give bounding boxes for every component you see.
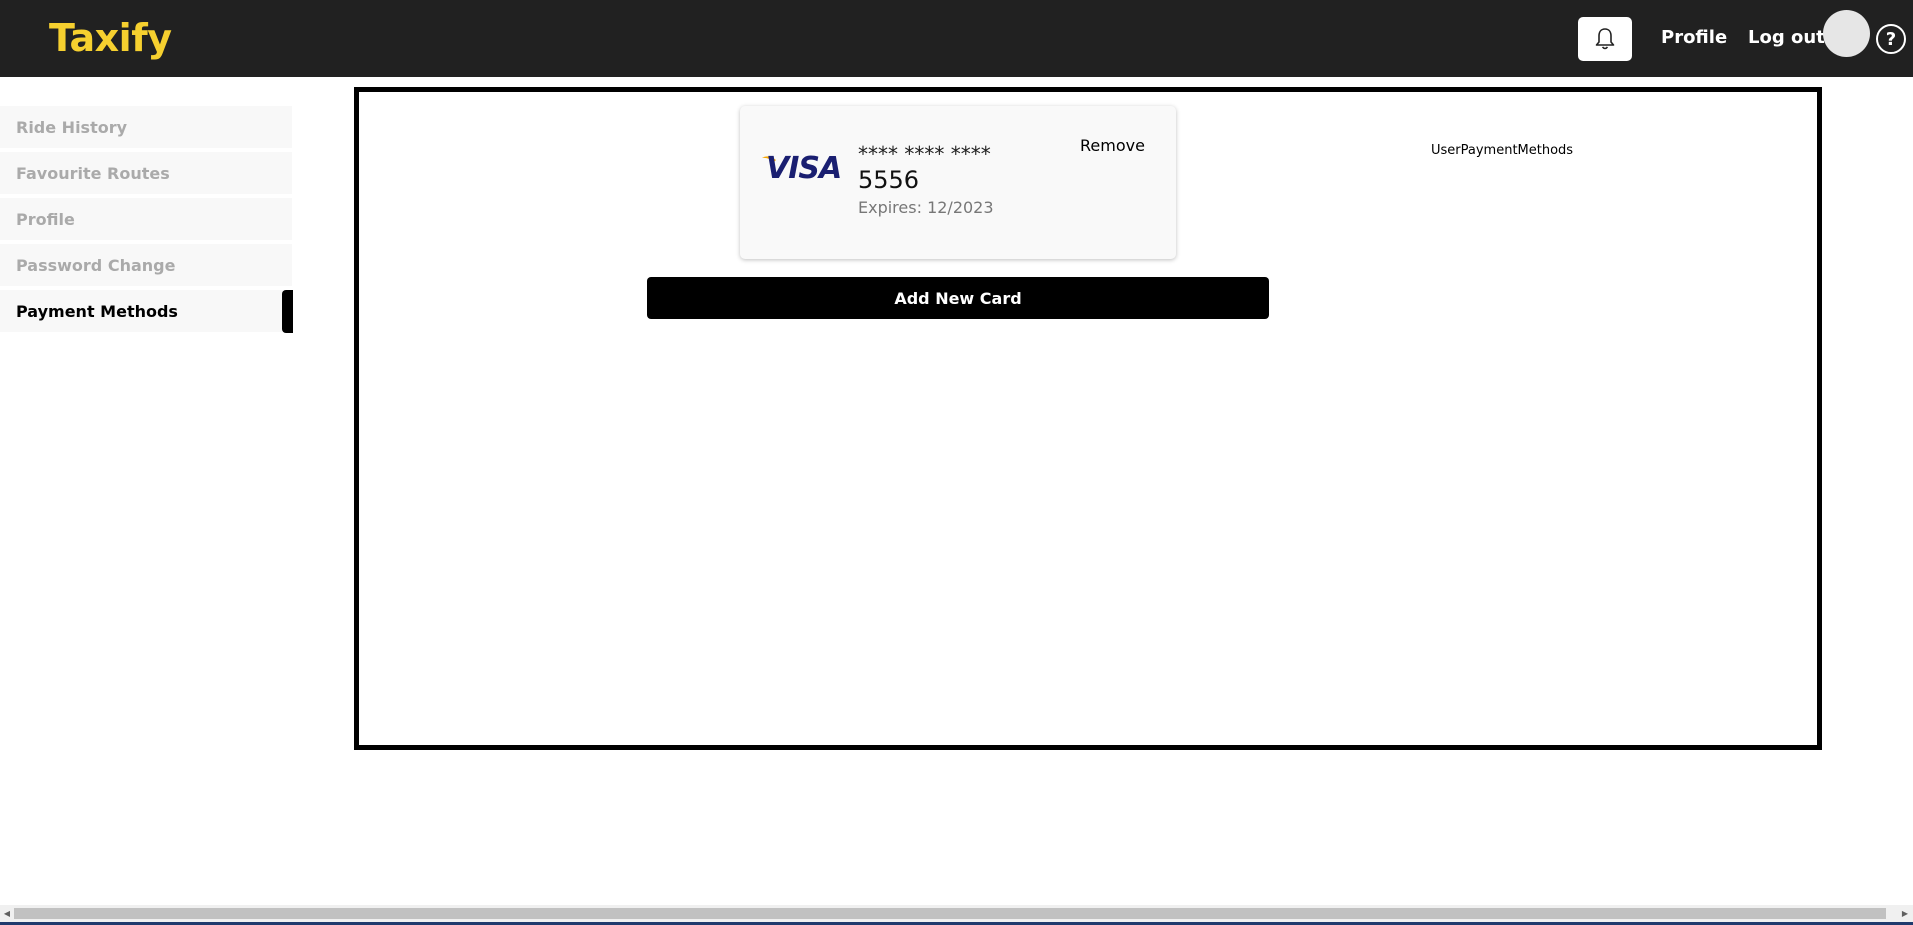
sidebar-item-profile[interactable]: Profile — [0, 198, 292, 240]
nav-profile-link[interactable]: Profile — [1661, 27, 1727, 48]
sidebar-item-label: Payment Methods — [16, 301, 178, 321]
sidebar-item-ride-history[interactable]: Ride History — [0, 106, 292, 148]
sidebar-item-label: Favourite Routes — [16, 163, 170, 183]
card-expiry: Expires: 12/2023 — [858, 198, 994, 217]
component-label: UserPaymentMethods — [1431, 143, 1574, 158]
card-last-four: 5556 — [858, 166, 920, 194]
scroll-right-icon[interactable]: ▶ — [1900, 908, 1910, 919]
card-masked-number: **** **** **** — [858, 142, 991, 166]
sidebar-item-payment-methods[interactable]: Payment Methods — [0, 290, 292, 332]
sidebar-item-label: Ride History — [16, 117, 128, 137]
app-logo[interactable]: Taxify — [49, 16, 172, 60]
help-icon[interactable]: ? — [1876, 24, 1906, 54]
notifications-button[interactable] — [1578, 17, 1632, 61]
sidebar-item-label: Password Change — [16, 255, 176, 275]
scrollbar-thumb[interactable] — [14, 908, 1886, 919]
remove-card-button[interactable]: Remove — [1080, 136, 1145, 155]
horizontal-scrollbar[interactable]: ◀ ▶ — [0, 905, 1913, 922]
sidebar-item-favourite-routes[interactable]: Favourite Routes — [0, 152, 292, 194]
sidebar-item-label: Profile — [16, 209, 75, 229]
avatar[interactable] — [1823, 10, 1870, 57]
visa-logo: VISA — [762, 151, 840, 184]
scroll-left-icon[interactable]: ◀ — [2, 908, 12, 919]
top-navbar: Taxify Profile Log out ? — [0, 0, 1913, 77]
svg-text:VISA: VISA — [766, 151, 840, 184]
active-indicator — [282, 290, 293, 333]
add-new-card-button[interactable]: Add New Card — [647, 277, 1269, 319]
bell-icon — [1595, 28, 1615, 50]
payment-card: VISA **** **** **** 5556 Expires: 12/202… — [740, 106, 1176, 259]
sidebar-item-password-change[interactable]: Password Change — [0, 244, 292, 286]
nav-logout-link[interactable]: Log out — [1748, 27, 1825, 48]
